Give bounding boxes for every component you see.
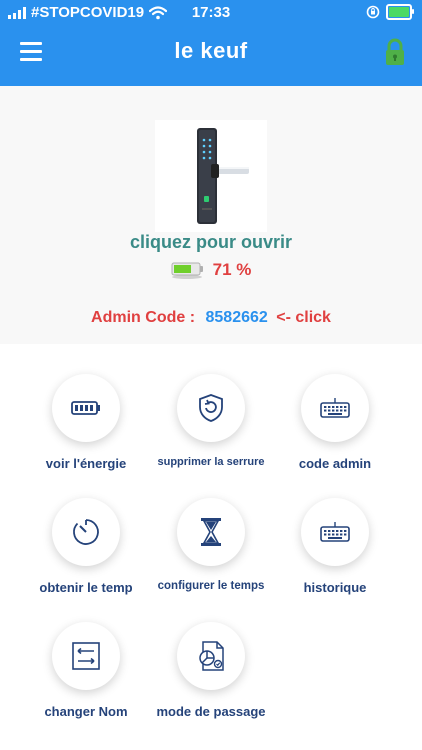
action-passage-mode[interactable]: mode de passage — [149, 622, 273, 719]
status-time: 17:33 — [191, 4, 231, 21]
admin-code-row[interactable]: Admin Code : 8582662 <- click — [0, 309, 422, 327]
action-circle — [52, 622, 120, 690]
document-chart-icon — [199, 641, 224, 671]
rename-arrows-icon — [72, 642, 100, 670]
open-lock-button[interactable]: cliquez pour ouvrir — [0, 232, 422, 253]
keyboard-icon — [320, 398, 350, 418]
admin-code-value[interactable]: 8582662 — [206, 309, 268, 326]
action-circle — [52, 498, 120, 566]
action-label: supprimer la serrure — [157, 456, 265, 468]
lock-panel: cliquez pour ouvrir 71 % Admin Code : 85… — [0, 86, 422, 344]
battery-level-text: 71 % — [212, 260, 252, 279]
action-label: voir l'énergie — [45, 456, 127, 471]
battery-row: 71 % — [0, 260, 422, 280]
action-circle — [52, 374, 120, 442]
action-change-name[interactable]: changer Nom — [24, 622, 148, 719]
admin-code-click-hint[interactable]: <- click — [276, 309, 331, 326]
reset-shield-icon — [199, 394, 223, 422]
action-label: obtenir le temp — [39, 580, 133, 595]
action-circle — [177, 622, 245, 690]
top-bar: #STOPCOVID19 17:33 le keuf — [0, 0, 422, 86]
hourglass-icon — [201, 518, 221, 546]
admin-code-label: Admin Code : — [91, 309, 196, 326]
action-delete-lock[interactable]: supprimer la serrure — [149, 374, 273, 468]
smart-lock-illustration — [197, 128, 249, 224]
action-set-time[interactable]: configurer le temps — [149, 498, 273, 592]
orientation-lock-icon — [366, 5, 380, 19]
action-label: historique — [303, 580, 367, 595]
action-admin-code[interactable]: code admin — [273, 374, 397, 471]
status-battery-icon — [386, 4, 414, 20]
status-right — [366, 4, 414, 20]
action-label: changer Nom — [44, 704, 128, 719]
action-label: mode de passage — [156, 704, 266, 719]
battery-level-icon — [171, 262, 203, 279]
action-label: code admin — [298, 456, 372, 471]
action-circle — [301, 374, 369, 442]
action-history[interactable]: historique — [273, 498, 397, 595]
action-circle — [177, 498, 245, 566]
app-title: le keuf — [174, 38, 248, 63]
lock-icon[interactable] — [384, 38, 406, 66]
action-get-time[interactable]: obtenir le temp — [24, 498, 148, 595]
status-bar: #STOPCOVID19 17:33 — [0, 0, 422, 24]
battery-icon — [71, 401, 100, 415]
app-bar: le keuf — [0, 30, 422, 76]
keyboard-history-icon — [320, 522, 350, 542]
smart-lock-image[interactable] — [155, 120, 267, 232]
action-circle — [301, 498, 369, 566]
action-circle — [177, 374, 245, 442]
action-label: configurer le temps — [157, 580, 265, 592]
action-view-energy[interactable]: voir l'énergie — [24, 374, 148, 471]
timer-icon — [73, 519, 99, 545]
